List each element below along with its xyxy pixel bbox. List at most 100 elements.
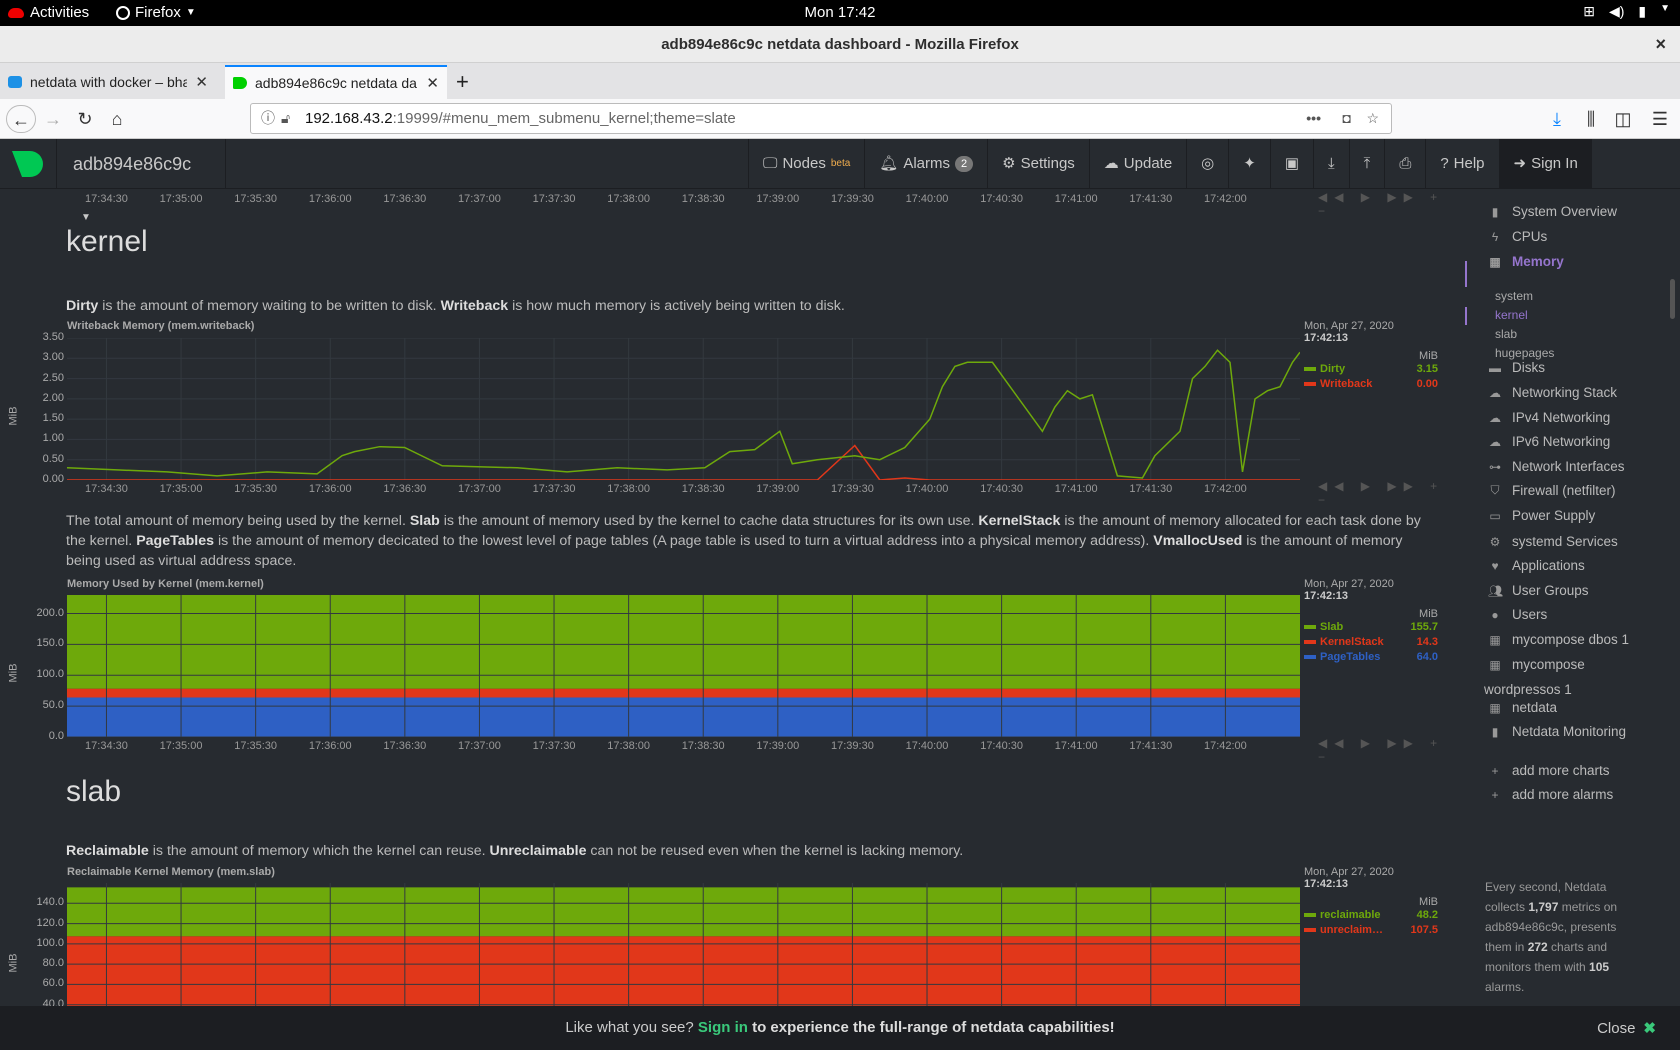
legend-row-pagetables[interactable]: PageTables 64.0 [1304,650,1438,665]
home-button[interactable]: ⌂ [102,105,132,133]
sidebar-item-applications[interactable]: ♥ Applications [1488,558,1584,573]
app-menu[interactable]: Firefox ▼ [116,4,196,21]
slab-memory-chart[interactable] [67,883,1300,1006]
url-host: 192.168.43.2 [305,110,393,127]
downloads-icon[interactable]: ⤓ [1542,105,1572,133]
nodes-button[interactable]: 🖵︎ Nodes beta [748,139,864,189]
tab-netdata-docker[interactable]: netdata with docker – bha ✕ [0,65,216,99]
sidebar-item-cpus[interactable]: ϟ CPUs [1488,229,1547,244]
reload-button[interactable]: ↻ [70,105,100,133]
plus-icon: + [1491,763,1499,778]
legend-row-dirty[interactable]: Dirty 3.15 [1304,362,1438,377]
page-scrollbar[interactable] [1668,189,1678,1006]
tab-netdata-dashboard[interactable]: adb894e86c9c netdata da ✕ [225,65,447,99]
legend-time: 17:42:13 [1304,332,1349,344]
back-button[interactable]: ← [6,105,36,133]
legend-row-kernelstack[interactable]: KernelStack 14.3 [1304,635,1438,650]
tab-bar: netdata with docker – bha ✕ adb894e86c9c… [0,63,1680,99]
bookmark-star-icon[interactable]: ☆ [1366,104,1379,133]
sidebar-item-disks[interactable]: ▬ Disks [1488,360,1545,375]
sidebar-item-systemd-services[interactable]: ⚙ systemd Services [1488,534,1618,549]
library-icon[interactable]: ⫼ [1576,105,1606,133]
banner-text: Like what you see? [565,1019,698,1036]
sidebar-toggle-icon[interactable]: ◫ [1608,105,1638,133]
sidebar-item-label: add more alarms [1512,787,1614,802]
legend-row-reclaimable[interactable]: reclaimable 48.2 [1304,908,1438,923]
chart-controls[interactable]: ◀◀ ▶ ▶▶ + − [1318,479,1460,507]
sidebar-item-netdata[interactable]: ▦ netdata [1488,700,1557,715]
sidebar-sub-slab[interactable]: slab [1495,327,1517,341]
section-title-kernel: kernel [66,225,148,258]
twitter-button[interactable]: ✦ [1228,139,1270,189]
sidebar-item-label: User Groups [1512,583,1589,598]
caret-down-icon: ▼ [1660,3,1670,14]
sidebar-item-power-supply[interactable]: ▭ Power Supply [1488,508,1595,523]
print-button[interactable]: ⎙ [1384,139,1425,189]
legend-row-slab[interactable]: Slab 155.7 [1304,620,1438,635]
activities-button[interactable]: Activities [8,4,89,21]
help-button[interactable]: ? Help [1425,139,1498,189]
github-button[interactable]: ◎ [1186,139,1228,189]
banner-signin-link[interactable]: Sign in [698,1019,748,1036]
activities-label: Activities [30,4,90,21]
settings-button[interactable]: ⚙ Settings [987,139,1089,189]
firefox-icon [116,5,130,20]
scrollbar-thumb[interactable] [1670,279,1675,319]
time-tick-label: 17:39:30 [830,483,874,495]
forward-button[interactable]: → [38,105,68,133]
sidebar-item-ipv6-networking[interactable]: ☁ IPv6 Networking [1488,434,1610,449]
sidebar-sub-kernel[interactable]: kernel [1495,308,1528,322]
clock[interactable]: Mon 17:42 [805,4,876,21]
alarms-button[interactable]: 🔔︎ Alarms 2 [864,139,987,189]
update-button[interactable]: ☁ Update [1088,139,1186,189]
shield-icon: ⛉ [1490,483,1500,497]
sidebar-item-system-overview[interactable]: ▮ System Overview [1488,204,1617,219]
tab-close-icon[interactable]: ✕ [195,73,208,91]
bell-icon: 🔔︎ [879,155,899,172]
sidebar-item-network-interfaces[interactable]: ⊶ Network Interfaces [1488,459,1625,474]
window-close-button[interactable]: × [1655,26,1666,63]
writeback-chart[interactable] [67,338,1300,480]
bolt-icon: ϟ [1491,229,1499,244]
sidebar-item-users[interactable]: ● Users [1488,607,1547,622]
sidebar-item-mycompose-dbos-1[interactable]: ▦ mycompose dbos 1 [1488,632,1629,647]
legend-time: 17:42:13 [1304,878,1349,890]
sidebar-item-label: Disks [1512,360,1545,375]
time-tick-label: 17:39:30 [830,193,874,205]
info-icon[interactable]: ⓘ [261,104,275,133]
upload-snapshot-button[interactable]: ⤒ [1348,139,1385,189]
pocket-icon[interactable]: ◘ [1343,104,1351,133]
kernel-memory-chart[interactable] [67,595,1300,737]
system-tray[interactable]: ⊞ ◀) ▮ ▼ [1583,3,1670,20]
download-snapshot-button[interactable]: ⤓ [1313,139,1349,189]
sidebar-item-ipv4-networking[interactable]: ☁ IPv4 Networking [1488,410,1610,425]
url-bar[interactable]: ⓘ 🔓︎ 192.168.43.2:19999/#menu_mem_submen… [250,103,1392,134]
chart-controls[interactable]: ◀◀ ▶ ▶▶ + − [1318,190,1460,218]
time-tick-label: 17:37:00 [458,483,501,495]
time-tick-label: 17:34:30 [85,740,128,752]
gear-icon: ⚙ [1002,155,1016,172]
sidebar-sub-hugepages[interactable]: hugepages [1495,346,1554,360]
sidebar-sub-system[interactable]: system [1495,289,1533,303]
banner-close-button[interactable]: Close ✖ [1597,1019,1656,1038]
netdata-logo[interactable] [12,151,44,177]
legend-row-writeback[interactable]: Writeback 0.00 [1304,377,1438,392]
chart-controls[interactable]: ◀◀ ▶ ▶▶ + − [1318,736,1460,764]
legend-row-unreclaimable[interactable]: unreclaim… 107.5 [1304,923,1438,938]
sidebar-item-add-more-charts[interactable]: + add more charts [1488,763,1609,778]
tab-close-icon[interactable]: ✕ [426,74,439,92]
hamburger-menu-icon[interactable]: ☰ [1645,105,1675,133]
sidebar-item-netdata-monitoring[interactable]: ▮ Netdata Monitoring [1488,724,1626,739]
sidebar-item-memory[interactable]: ▦ Memory [1488,254,1563,269]
cloud-icon: ☁ [1489,385,1501,400]
sidebar-item-mycompose[interactable]: ▦ mycompose wordpressos 1 [1484,657,1668,697]
new-tab-button[interactable]: + [456,69,469,95]
sidebar-item-user-groups[interactable]: 👥︎ User Groups [1488,583,1589,598]
sidebar-item-add-more-alarms[interactable]: + add more alarms [1488,787,1613,802]
page-actions-button[interactable]: ••• [1306,104,1321,133]
sign-in-button[interactable]: ➜ Sign In [1498,139,1592,189]
facebook-button[interactable]: ▣ [1269,139,1313,189]
hostname-dropdown[interactable]: adb894e86c9c ▼ [56,139,226,223]
sidebar-item-firewall-netfilter[interactable]: ⛉ Firewall (netfilter) [1488,483,1615,498]
sidebar-item-networking-stack[interactable]: ☁ Networking Stack [1488,385,1617,400]
